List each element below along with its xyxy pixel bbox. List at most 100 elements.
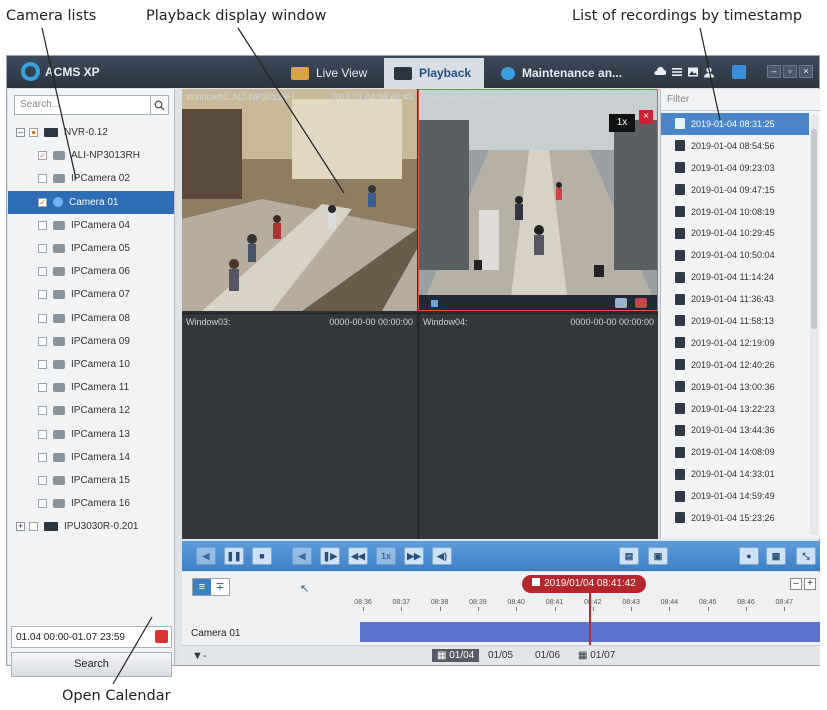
tree-checkbox[interactable] [38,336,47,346]
tree-item[interactable]: IPCamera 15 [8,469,174,492]
playhead[interactable] [589,593,591,645]
zoom-out-button[interactable]: – [790,578,802,590]
tree-item[interactable]: IPCamera 07 [8,283,174,306]
recording-item[interactable]: 2019-01-04 14:33:01 [661,463,809,485]
slow-down-icon[interactable]: ◀◀ [348,547,368,565]
day-0107[interactable]: ▦ 01/07 [578,650,615,661]
cloud-icon[interactable] [654,66,666,78]
tree-item[interactable]: IPCamera 02 [8,167,174,190]
tree-item[interactable]: IPCamera 12 [8,399,174,422]
tree-checkbox[interactable] [38,359,47,369]
tree-item[interactable]: IPCamera 04 [8,214,174,237]
stop-icon[interactable] [431,300,438,307]
recording-item[interactable]: 2019-01-04 12:19:09 [661,332,809,354]
timeline-pointer-icon[interactable]: ↖ [300,582,309,595]
search-button[interactable]: Search [11,652,172,677]
tree-checkbox[interactable] [38,475,47,485]
tree-checkbox[interactable] [38,429,47,439]
recording-item[interactable]: 2019-01-04 14:08:09 [661,441,809,463]
tree-item[interactable]: IPCamera 06 [8,260,174,283]
recording-item[interactable]: 2019-01-04 11:58:13 [661,310,809,332]
image-icon[interactable] [687,66,699,78]
recording-item[interactable]: 2019-01-04 13:00:36 [661,376,809,398]
tree-item[interactable]: IPCamera 08 [8,307,174,330]
maximize-button[interactable]: ▫ [783,65,797,78]
recording-item[interactable]: 2019-01-04 10:29:45 [661,222,809,244]
zoom-in-button[interactable]: + [804,578,816,590]
close-button[interactable]: × [799,65,813,78]
recording-item[interactable]: 2019-01-04 15:23:26 [661,507,809,529]
playback-window-3[interactable]: Window03: 0000-00-00 00:00:00 [182,313,417,539]
camera-search-input[interactable]: Search... [14,95,169,115]
export-icon[interactable]: ▣ [648,547,668,565]
tree-item[interactable]: IPCamera 14 [8,446,174,469]
recording-item[interactable]: 2019-01-04 12:40:26 [661,354,809,376]
timeline-mode-multi-icon[interactable]: ∓ [211,579,229,595]
playback-window-4[interactable]: Window04: 0000-00-00 00:00:00 [418,313,658,539]
tree-item[interactable]: IPCamera 05 [8,237,174,260]
tree-item[interactable]: IPCamera 10 [8,353,174,376]
recording-item[interactable]: 2019-01-04 09:47:15 [661,179,809,201]
recording-item[interactable]: 2019-01-04 10:50:04 [661,244,809,266]
menu-list-icon[interactable] [671,66,683,78]
tree-checkbox[interactable] [29,522,38,532]
scrollbar-thumb[interactable] [811,129,817,329]
recording-item[interactable]: 2019-01-04 11:14:24 [661,266,809,288]
snapshot-icon[interactable] [615,298,627,308]
recording-item[interactable]: 2019-01-04 13:22:23 [661,398,809,420]
tree-item[interactable]: IPCamera 16 [8,492,174,515]
recording-scrollbar[interactable] [810,115,818,535]
tree-checkbox[interactable] [38,383,47,393]
day-0106[interactable]: 01/06 [535,650,560,661]
next-frame-icon[interactable]: ❚▶ [320,547,340,565]
tree-item[interactable]: ✓ Camera 01 [8,190,174,214]
day-0104[interactable]: ▦ 01/04 [432,649,480,662]
tree-item[interactable]: IPCamera 11 [8,376,174,399]
tree-checkbox[interactable]: ✓ [38,197,47,207]
recording-item[interactable]: 2019-01-04 09:23:03 [661,157,809,179]
playback-window-2[interactable]: Window02: Camera 01 2019.01.04 08:41:43 … [418,89,658,311]
previous-frame-icon[interactable]: ◀ [292,547,312,565]
tab-playback[interactable]: Playback [384,58,484,88]
day-0105[interactable]: 01/05 [488,650,513,661]
notification-icon[interactable] [732,65,746,79]
tree-item[interactable]: + IPU3030R-0.201 [8,515,174,538]
tab-maintenance[interactable]: Maintenance an... [491,58,632,88]
search-icon[interactable] [150,96,168,114]
recording-filter-input[interactable]: Filter [661,89,821,111]
filter-icon[interactable]: ▼- [192,650,207,662]
timeline-mode-single-icon[interactable]: ≡ [193,579,211,595]
tree-checkbox[interactable] [38,220,47,230]
tree-item[interactable]: – NVR-0.12 [8,121,174,144]
stop-icon[interactable]: ■ [252,547,272,565]
minimize-button[interactable]: – [767,65,781,78]
tree-checkbox[interactable] [38,406,47,416]
layout-icon[interactable]: ▦ [766,547,786,565]
recording-item[interactable]: 2019-01-04 14:59:49 [661,485,809,507]
tree-checkbox[interactable] [38,499,47,509]
tree-checkbox[interactable] [38,267,47,277]
audio-icon[interactable]: ◀) [432,547,452,565]
camera-view-icon[interactable]: ● [739,547,759,565]
close-icon[interactable]: × [639,110,653,124]
tree-checkbox[interactable] [38,290,47,300]
tree-item[interactable]: IPCamera 13 [8,422,174,445]
clip-icon[interactable]: ▤ [619,547,639,565]
recording-item[interactable]: 2019-01-04 11:36:43 [661,288,809,310]
date-range-field[interactable]: 01.04 00:00-01.07 23:59 [11,626,172,648]
recording-item[interactable]: 2019-01-04 08:54:56 [661,135,809,157]
recording-item[interactable]: 2019-01-04 08:31:25 [661,113,809,135]
tree-checkbox[interactable] [38,452,47,462]
playback-window-1[interactable]: Window01: ALI-NP3013RH 2019.01.04 08:41:… [182,89,417,311]
tree-item[interactable]: IPCamera 09 [8,330,174,353]
fullscreen-icon[interactable]: ⤡ [796,547,816,565]
user-icon[interactable] [703,66,715,78]
calendar-icon[interactable] [155,630,168,643]
tree-checkbox[interactable] [38,174,47,184]
speed-up-icon[interactable]: ▶▶ [404,547,424,565]
tree-checkbox[interactable] [38,313,47,323]
timeline-mode-toggle[interactable]: ≡ ∓ [192,578,230,596]
reverse-icon[interactable]: ◀ [196,547,216,565]
recording-item[interactable]: 2019-01-04 13:44:36 [661,419,809,441]
record-icon[interactable] [635,298,647,308]
